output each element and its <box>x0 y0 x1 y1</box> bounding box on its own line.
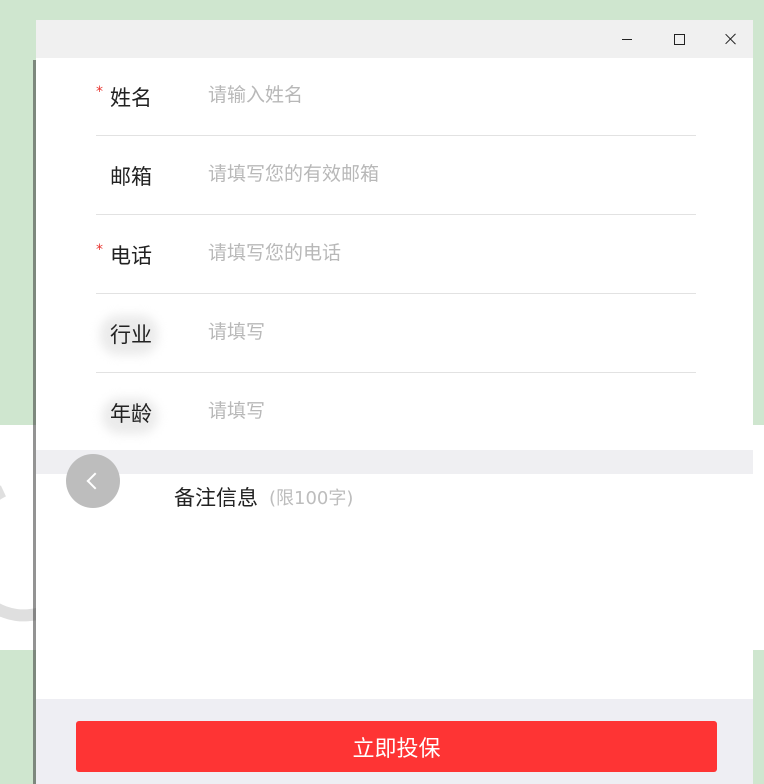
blur-overlay <box>272 400 372 430</box>
age-label: 年龄 <box>110 402 152 426</box>
phone-row: * 电话 <box>96 216 696 294</box>
blur-overlay <box>272 317 372 347</box>
close-button[interactable] <box>708 20 753 58</box>
phone-label: 电话 <box>110 244 152 268</box>
email-row: 邮箱 <box>96 137 696 215</box>
required-mark: * <box>96 84 103 100</box>
minimize-icon <box>622 38 632 40</box>
chevron-left-icon <box>86 472 104 490</box>
back-button[interactable] <box>66 454 120 508</box>
submit-insure-button[interactable]: 立即投保 <box>76 721 717 772</box>
email-label: 邮箱 <box>110 165 152 189</box>
email-input[interactable] <box>208 155 678 193</box>
section-separator <box>36 450 753 474</box>
notes-hint: (限100字) <box>269 488 354 509</box>
industry-label: 行业 <box>110 323 152 347</box>
notes-textarea[interactable] <box>96 520 716 690</box>
divider <box>96 214 696 215</box>
title-bar <box>36 20 753 58</box>
maximize-icon <box>673 33 685 45</box>
maximize-button[interactable] <box>656 20 702 58</box>
footer-bar: 立即投保 <box>36 699 753 784</box>
name-row: * 姓名 <box>96 58 696 136</box>
divider <box>96 372 696 373</box>
age-row: 年龄 <box>96 374 696 452</box>
close-icon <box>725 33 737 45</box>
form-dialog: * 姓名 邮箱 * 电话 行业 年龄 备注信息 (限100字) <box>36 20 753 784</box>
divider <box>96 135 696 136</box>
required-mark: * <box>96 242 103 258</box>
industry-row: 行业 <box>96 295 696 373</box>
divider <box>96 293 696 294</box>
minimize-button[interactable] <box>604 20 650 58</box>
name-input[interactable] <box>208 76 678 114</box>
name-label: 姓名 <box>110 86 152 110</box>
phone-input[interactable] <box>208 234 678 272</box>
notes-label: 备注信息 <box>174 486 258 510</box>
